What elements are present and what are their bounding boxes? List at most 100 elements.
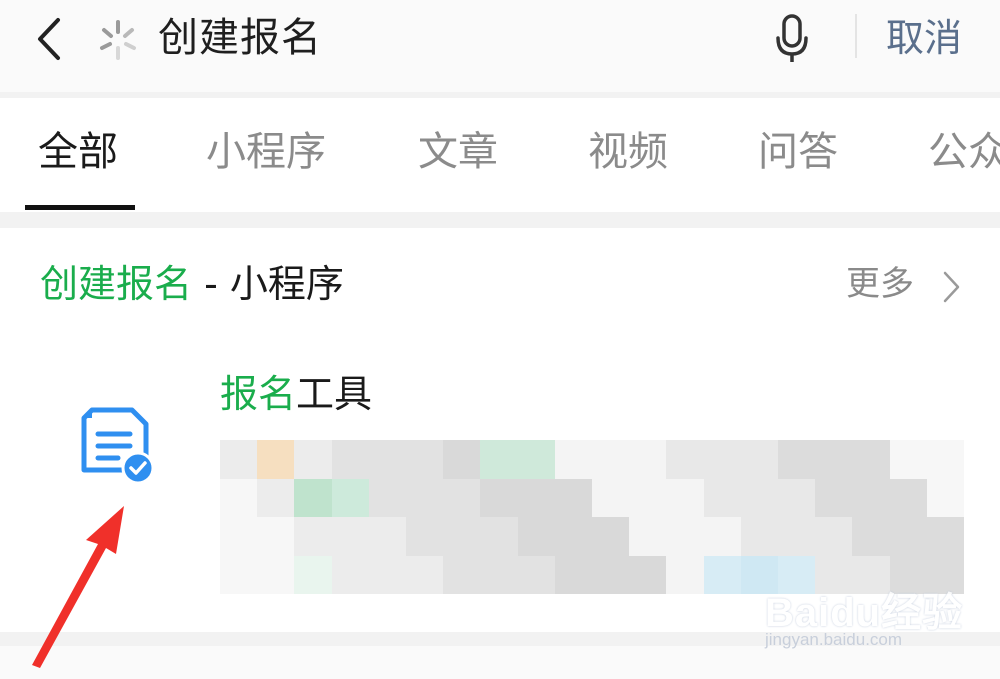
mosaic-cell xyxy=(592,440,630,479)
mosaic-cell xyxy=(778,517,816,556)
mosaic-cell xyxy=(852,440,890,479)
mosaic-cell xyxy=(629,440,667,479)
mosaic-cell xyxy=(517,555,555,594)
mosaic-cell xyxy=(331,440,369,479)
section-title-rest: - 小程序 xyxy=(192,262,344,306)
tab-articles[interactable]: 文章 xyxy=(418,126,498,178)
mosaic-cell xyxy=(368,555,406,594)
mosaic-cell xyxy=(257,478,295,517)
mosaic-cell xyxy=(443,555,481,594)
mosaic-cell xyxy=(406,517,444,556)
mosaic-cell xyxy=(480,440,518,479)
app-name-highlight: 报名 xyxy=(220,372,297,416)
mosaic-cell xyxy=(368,440,406,479)
section-title: 创建报名 - 小程序 xyxy=(40,258,344,310)
mosaic-cell xyxy=(889,517,927,556)
watermark-url: jingyan.baidu.com xyxy=(765,630,903,649)
microphone-icon[interactable] xyxy=(772,12,812,66)
mosaic-cell xyxy=(926,478,964,517)
mosaic-cell xyxy=(740,478,778,517)
mosaic-cell xyxy=(257,517,295,556)
app-name[interactable]: 报名工具 xyxy=(220,368,372,420)
mosaic-cell xyxy=(331,517,369,556)
mosaic-cell xyxy=(592,478,630,517)
loading-spinner-icon xyxy=(100,20,136,60)
mosaic-cell xyxy=(294,440,332,479)
search-input[interactable]: 创建报名 xyxy=(158,12,322,64)
mosaic-cell xyxy=(480,478,518,517)
mosaic-cell xyxy=(778,478,816,517)
mosaic-cell xyxy=(443,478,481,517)
mosaic-cell xyxy=(220,555,258,594)
mosaic-cell xyxy=(517,440,555,479)
mosaic-cell xyxy=(294,517,332,556)
mosaic-cell xyxy=(406,478,444,517)
app-name-rest: 工具 xyxy=(296,372,373,416)
mosaic-cell xyxy=(368,517,406,556)
mosaic-cell xyxy=(257,555,295,594)
mosaic-cell xyxy=(740,440,778,479)
more-link[interactable]: 更多 xyxy=(846,260,914,308)
mosaic-cell xyxy=(778,440,816,479)
mosaic-cell xyxy=(740,517,778,556)
mosaic-cell xyxy=(926,517,964,556)
mosaic-cell xyxy=(443,440,481,479)
mosaic-cell xyxy=(480,555,518,594)
mosaic-cell xyxy=(331,555,369,594)
mosaic-cell xyxy=(629,478,667,517)
mosaic-cell xyxy=(257,440,295,479)
mosaic-cell xyxy=(554,440,592,479)
mosaic-cell xyxy=(666,555,704,594)
mosaic-cell xyxy=(480,517,518,556)
mosaic-cell xyxy=(815,440,853,479)
mosaic-cell xyxy=(926,440,964,479)
mosaic-cell xyxy=(592,555,630,594)
mosaic-cell xyxy=(554,517,592,556)
section-title-highlight: 创建报名 xyxy=(40,262,193,306)
mosaic-cell xyxy=(629,517,667,556)
mosaic-cell xyxy=(703,555,741,594)
tab-qa[interactable]: 问答 xyxy=(758,126,838,178)
tab-mini-programs[interactable]: 小程序 xyxy=(206,126,326,178)
tab-videos[interactable]: 视频 xyxy=(588,126,668,178)
chevron-right-icon[interactable] xyxy=(940,270,962,304)
document-verified-icon[interactable] xyxy=(74,404,160,490)
category-tabs: 全部 小程序 文章 视频 问答 公众 xyxy=(0,98,1000,212)
mosaic-cell xyxy=(666,440,704,479)
mosaic-cell xyxy=(406,440,444,479)
mosaic-cell xyxy=(889,440,927,479)
mosaic-cell xyxy=(666,517,704,556)
mosaic-cell xyxy=(703,440,741,479)
mosaic-cell xyxy=(331,478,369,517)
mosaic-cell xyxy=(220,517,258,556)
mosaic-cell xyxy=(294,478,332,517)
active-tab-indicator xyxy=(25,205,135,210)
mosaic-cell xyxy=(294,555,332,594)
mosaic-cell xyxy=(406,555,444,594)
search-bar: 创建报名 取消 xyxy=(0,0,1000,92)
watermark: Baidu经验 jingyan.baidu.com xyxy=(765,570,995,660)
mosaic-cell xyxy=(517,478,555,517)
mosaic-cell xyxy=(629,555,667,594)
mosaic-cell xyxy=(554,478,592,517)
mosaic-cell xyxy=(443,517,481,556)
mosaic-cell xyxy=(517,517,555,556)
mosaic-cell xyxy=(220,478,258,517)
mosaic-cell xyxy=(852,517,890,556)
mosaic-cell xyxy=(220,440,258,479)
tab-official-accounts[interactable]: 公众 xyxy=(928,126,1000,178)
mosaic-cell xyxy=(666,478,704,517)
mosaic-cell xyxy=(815,478,853,517)
mosaic-cell xyxy=(815,517,853,556)
mosaic-cell xyxy=(889,478,927,517)
back-arrow-icon[interactable] xyxy=(30,14,70,64)
tab-all[interactable]: 全部 xyxy=(38,126,118,178)
mosaic-cell xyxy=(852,478,890,517)
mosaic-cell xyxy=(703,517,741,556)
divider xyxy=(855,14,857,58)
mosaic-cell xyxy=(703,478,741,517)
annotation-arrow xyxy=(32,506,124,668)
cancel-button[interactable]: 取消 xyxy=(886,12,962,64)
mosaic-cell xyxy=(592,517,630,556)
mosaic-cell xyxy=(554,555,592,594)
